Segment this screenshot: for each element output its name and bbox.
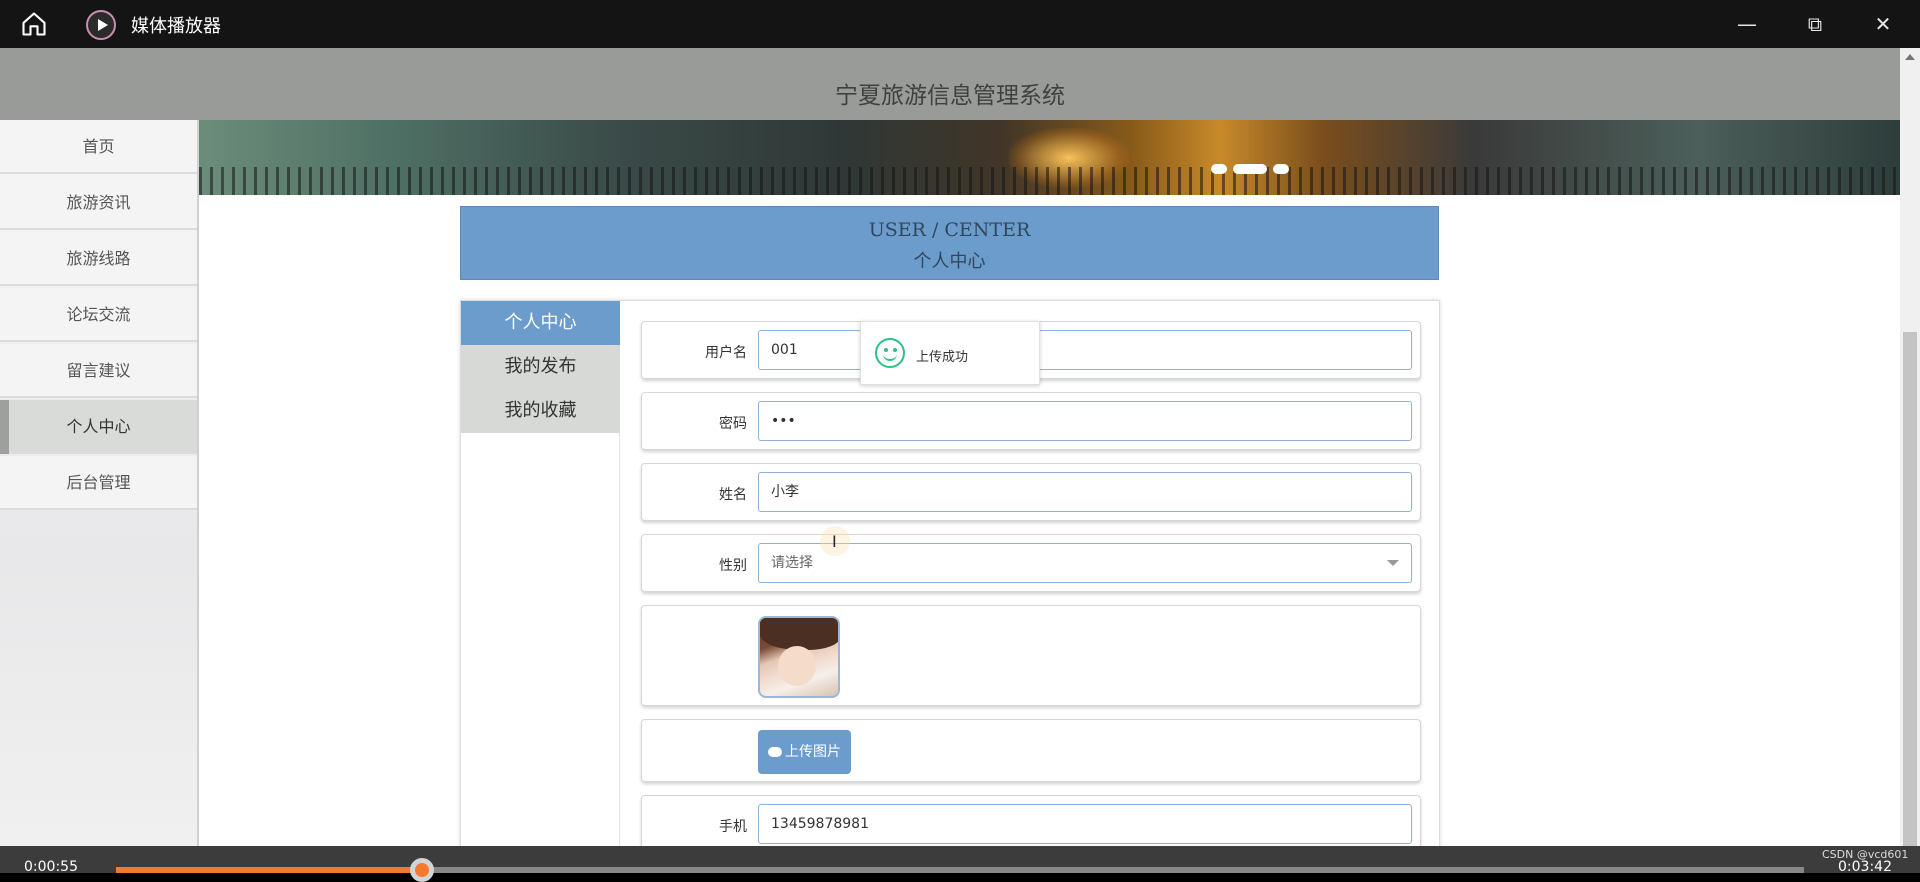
name-input[interactable]: 小李 <box>758 472 1412 512</box>
upload-image-button[interactable]: 上传图片 <box>758 730 851 774</box>
user-side-menu: 个人中心 我的发布 我的收藏 <box>461 301 620 846</box>
scrollbar-thumb[interactable] <box>1903 332 1917 846</box>
name-label: 姓名 <box>719 487 747 503</box>
user-center-title-cn: 个人中心 <box>913 251 986 272</box>
media-player-logo-icon <box>86 10 116 40</box>
gender-select[interactable]: 请选择 <box>758 543 1412 583</box>
avatar-hair <box>760 618 838 650</box>
phone-field-row: 手机 13459878981 <box>641 795 1421 846</box>
nav-item-admin[interactable]: 后台管理 <box>0 456 197 510</box>
upload-success-toast: 上传成功 <box>860 321 1040 385</box>
username-label: 用户名 <box>705 345 747 361</box>
nav-item-travel-routes[interactable]: 旅游线路 <box>0 232 197 286</box>
avatar-face <box>778 646 816 686</box>
side-menu-item-profile[interactable]: 个人中心 <box>461 301 620 345</box>
close-icon[interactable]: ✕ <box>1866 8 1900 40</box>
site-title: 宁夏旅游信息管理系统 <box>835 83 1065 109</box>
cloud-upload-icon <box>768 747 782 757</box>
player-title-bar: 媒体播放器 — ⧉ ✕ <box>0 0 1920 48</box>
gender-label: 性别 <box>719 558 747 574</box>
gender-select-placeholder: 请选择 <box>771 555 813 571</box>
watermark: CSDN @vcd601 <box>1822 848 1909 861</box>
seek-bar-handle[interactable] <box>410 858 434 882</box>
carousel-dot-active[interactable] <box>1233 164 1267 174</box>
smile-icon <box>875 338 905 368</box>
name-field-row: 姓名 小李 <box>641 463 1421 521</box>
text-cursor-icon: I <box>832 532 837 551</box>
user-center-header: USER / CENTER 个人中心 <box>460 206 1439 280</box>
minimize-icon[interactable]: — <box>1730 8 1764 40</box>
password-label: 密码 <box>719 416 747 432</box>
phone-label: 手机 <box>719 819 747 835</box>
banner-image-fence <box>199 167 1900 195</box>
seek-bar-progress <box>116 867 422 873</box>
nav-divider <box>197 120 199 846</box>
player-title: 媒体播放器 <box>131 16 221 37</box>
username-input[interactable]: 001 <box>758 330 1412 370</box>
side-menu-item-my-favorites[interactable]: 我的收藏 <box>461 389 620 433</box>
banner-carousel[interactable] <box>199 120 1900 195</box>
carousel-dot[interactable] <box>1211 164 1227 174</box>
site-header: 宁夏旅游信息管理系统 <box>0 48 1900 120</box>
gender-field-row: 性别 请选择 <box>641 534 1421 592</box>
password-input[interactable]: ••• <box>758 401 1412 441</box>
toast-message: 上传成功 <box>916 350 969 365</box>
page-scrollbar[interactable] <box>1900 48 1920 846</box>
phone-input[interactable]: 13459878981 <box>758 804 1412 844</box>
nav-item-home[interactable]: 首页 <box>0 120 197 174</box>
scroll-up-arrow-icon[interactable] <box>1905 54 1915 60</box>
nav-item-forum[interactable]: 论坛交流 <box>0 288 197 342</box>
avatar-field-row <box>641 605 1421 706</box>
chevron-down-icon <box>1387 560 1399 566</box>
home-icon[interactable] <box>20 10 48 38</box>
restore-icon[interactable]: ⧉ <box>1798 8 1832 40</box>
nav-item-user-center[interactable]: 个人中心 <box>0 400 197 454</box>
carousel-dot[interactable] <box>1273 164 1289 174</box>
left-navigation: 首页 旅游资讯 旅游线路 论坛交流 留言建议 个人中心 后台管理 <box>0 120 199 846</box>
player-controls: 0:00:55 0:03:42 CSDN @vcd601 <box>0 846 1920 882</box>
avatar-image <box>758 616 840 698</box>
nav-item-travel-news[interactable]: 旅游资讯 <box>0 176 197 230</box>
user-center-title-en: USER / CENTER <box>868 219 1031 241</box>
web-page: 宁夏旅游信息管理系统 首页 旅游资讯 旅游线路 论坛交流 留言建议 个人中心 后… <box>0 48 1920 846</box>
nav-item-feedback[interactable]: 留言建议 <box>0 344 197 398</box>
side-menu-item-my-posts[interactable]: 我的发布 <box>461 345 620 389</box>
password-field-row: 密码 ••• <box>641 392 1421 450</box>
upload-image-button-label: 上传图片 <box>785 744 841 760</box>
upload-field-row: 上传图片 <box>641 719 1421 782</box>
